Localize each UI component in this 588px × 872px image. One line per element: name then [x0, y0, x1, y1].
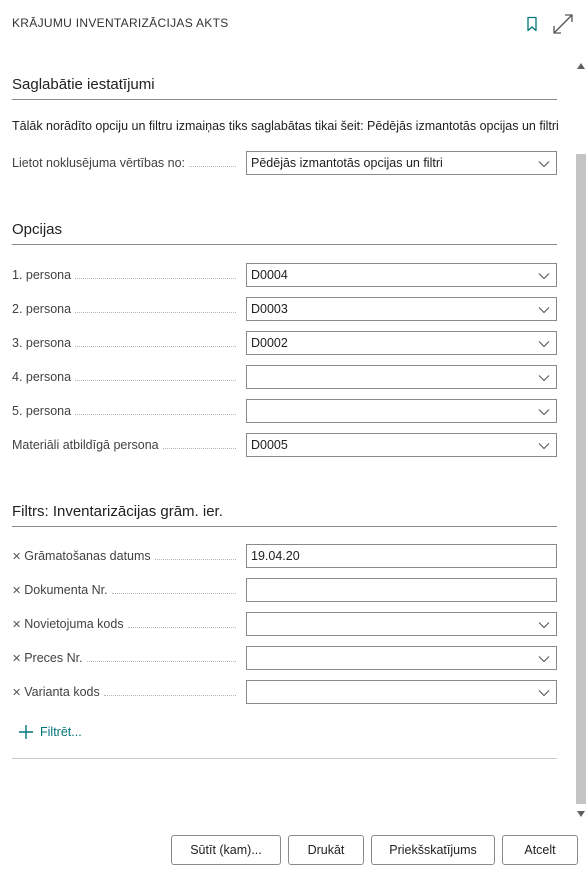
field-label: ✕ Preces Nr. — [12, 650, 242, 666]
document-no-input[interactable] — [246, 578, 557, 602]
chevron-down-icon — [538, 307, 550, 314]
expand-icon[interactable] — [551, 12, 575, 36]
responsible-person-select[interactable]: D0005 — [246, 433, 557, 457]
remove-filter-icon[interactable]: ✕ — [12, 686, 21, 699]
field-label: ✕ Grāmatošanas datums — [12, 548, 242, 564]
default-values-select[interactable]: Pēdējās izmantotās opcijas un filtri — [246, 151, 557, 175]
person-5-field: 5. persona — [12, 399, 557, 423]
person-3-select[interactable]: D0002 — [246, 331, 557, 355]
item-no-select[interactable] — [246, 646, 557, 670]
field-label: 4. persona — [12, 369, 242, 385]
remove-filter-icon[interactable]: ✕ — [12, 584, 21, 597]
person-4-field: 4. persona — [12, 365, 557, 389]
dialog-header: KRĀJUMU INVENTARIZĀCIJAS AKTS — [0, 0, 588, 50]
add-filter-button[interactable]: Filtrēt... — [18, 722, 82, 742]
field-label: 2. persona — [12, 301, 242, 317]
cancel-button[interactable]: Atcelt — [502, 835, 578, 865]
chevron-down-icon — [538, 409, 550, 416]
plus-icon — [19, 725, 33, 739]
variant-code-select[interactable] — [246, 680, 557, 704]
remove-filter-icon[interactable]: ✕ — [12, 618, 21, 631]
field-label: Lietot noklusējuma vērtības no: — [12, 155, 242, 171]
chevron-down-icon — [538, 656, 550, 663]
location-code-filter: ✕ Novietojuma kods — [12, 612, 557, 636]
preview-button[interactable]: Priekšskatījums — [371, 835, 495, 865]
person-5-select[interactable] — [246, 399, 557, 423]
person-4-select[interactable] — [246, 365, 557, 389]
send-to-button[interactable]: Sūtīt (kam)... — [171, 835, 281, 865]
remove-filter-icon[interactable]: ✕ — [12, 652, 21, 665]
chevron-down-icon — [538, 443, 550, 450]
variant-code-filter: ✕ Varianta kods — [12, 680, 557, 704]
item-no-filter: ✕ Preces Nr. — [12, 646, 557, 670]
person-2-field: 2. persona D0003 — [12, 297, 557, 321]
scroll-thumb[interactable] — [576, 154, 586, 804]
chevron-down-icon — [538, 341, 550, 348]
saved-settings-heading: Saglabātie iestatījumi — [12, 76, 155, 93]
responsible-person-field: Materiāli atbildīgā persona D0005 — [12, 433, 557, 457]
default-values-field: Lietot noklusējuma vērtības no: Pēdējās … — [12, 151, 557, 175]
person-1-select[interactable]: D0004 — [246, 263, 557, 287]
section-divider — [12, 244, 557, 245]
field-label: 3. persona — [12, 335, 242, 351]
print-button[interactable]: Drukāt — [288, 835, 364, 865]
filters-heading: Filtrs: Inventarizācijas grām. ier. — [12, 503, 223, 520]
person-3-field: 3. persona D0002 — [12, 331, 557, 355]
section-divider — [12, 526, 557, 527]
document-no-filter: ✕ Dokumenta Nr. — [12, 578, 557, 602]
section-divider — [12, 758, 557, 759]
saved-settings-info: Tālāk norādīto opciju un filtru izmaiņas… — [12, 119, 559, 133]
scroll-up-arrow-icon[interactable] — [577, 62, 585, 70]
person-2-select[interactable]: D0003 — [246, 297, 557, 321]
posting-date-filter: ✕ Grāmatošanas datums 19.04.20 — [12, 544, 557, 568]
field-label: 1. persona — [12, 267, 242, 283]
chevron-down-icon — [538, 375, 550, 382]
field-label: Materiāli atbildīgā persona — [12, 437, 242, 453]
field-label: ✕ Varianta kods — [12, 684, 242, 700]
chevron-down-icon — [538, 161, 550, 168]
scroll-down-arrow-icon[interactable] — [577, 810, 585, 818]
person-1-field: 1. persona D0004 — [12, 263, 557, 287]
field-label: ✕ Novietojuma kods — [12, 616, 242, 632]
options-heading: Opcijas — [12, 221, 63, 238]
bookmark-icon[interactable] — [520, 12, 544, 36]
location-code-select[interactable] — [246, 612, 557, 636]
remove-filter-icon[interactable]: ✕ — [12, 550, 21, 563]
chevron-down-icon — [538, 273, 550, 280]
field-label: 5. persona — [12, 403, 242, 419]
add-filter-label: Filtrēt... — [40, 725, 82, 739]
chevron-down-icon — [538, 622, 550, 629]
dialog-title: KRĀJUMU INVENTARIZĀCIJAS AKTS — [12, 16, 229, 30]
posting-date-input[interactable]: 19.04.20 — [246, 544, 557, 568]
chevron-down-icon — [538, 690, 550, 697]
vertical-scrollbar[interactable] — [574, 58, 588, 824]
section-divider — [12, 99, 557, 100]
field-label: ✕ Dokumenta Nr. — [12, 582, 242, 598]
